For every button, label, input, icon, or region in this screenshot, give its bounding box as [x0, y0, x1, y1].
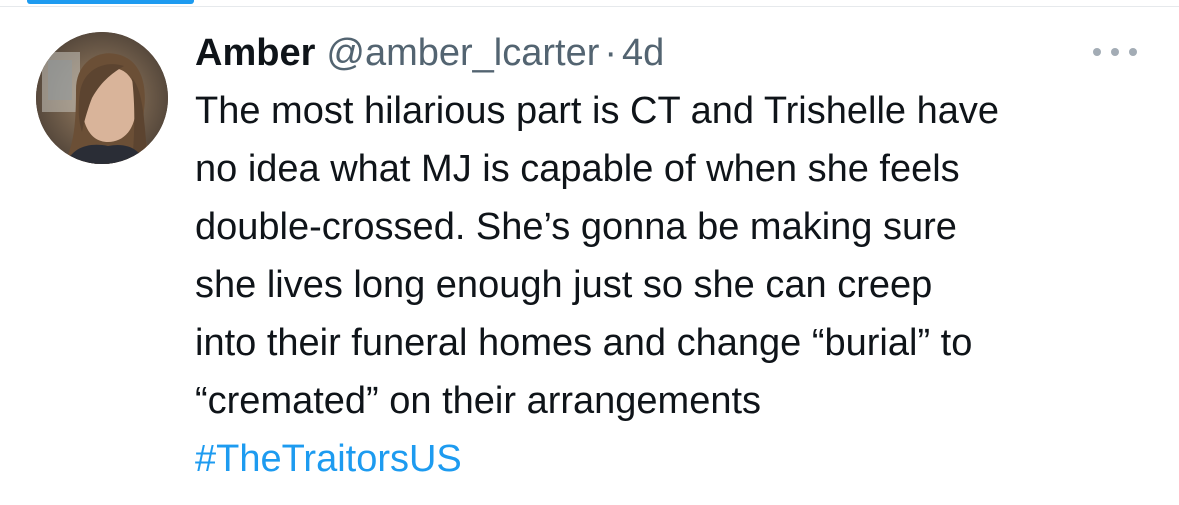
author-handle[interactable]: @amber_lcarter: [326, 33, 599, 73]
tweet-text-line: double-crossed. She’s gonna be making su…: [195, 206, 957, 248]
more-horizontal-icon: [1093, 48, 1101, 56]
active-tab-indicator: [27, 0, 194, 4]
tweet[interactable]: Amber @amber_lcarter · 4d The most hilar…: [0, 7, 1179, 505]
more-options-button[interactable]: [1093, 41, 1137, 63]
tweet-text-line: she lives long enough just so she can cr…: [195, 264, 933, 306]
tweet-text-line: The most hilarious part is CT and Trishe…: [195, 90, 999, 132]
more-horizontal-icon: [1129, 48, 1137, 56]
tweet-text: The most hilarious part is CT and Trishe…: [195, 82, 1160, 488]
tweet-header: Amber @amber_lcarter · 4d: [195, 33, 664, 73]
tweet-text-line: into their funeral homes and change “bur…: [195, 322, 973, 364]
separator-dot: ·: [604, 32, 618, 74]
avatar[interactable]: [36, 32, 168, 164]
author-display-name[interactable]: Amber: [195, 33, 315, 73]
more-horizontal-icon: [1111, 48, 1119, 56]
timestamp[interactable]: 4d: [622, 33, 664, 73]
hashtag-link[interactable]: #TheTraitorsUS: [195, 430, 462, 488]
tweet-text-line: no idea what MJ is capable of when she f…: [195, 148, 960, 190]
profile-photo: [36, 32, 168, 164]
tweet-text-line: “cremated” on their arrangements: [195, 380, 762, 422]
